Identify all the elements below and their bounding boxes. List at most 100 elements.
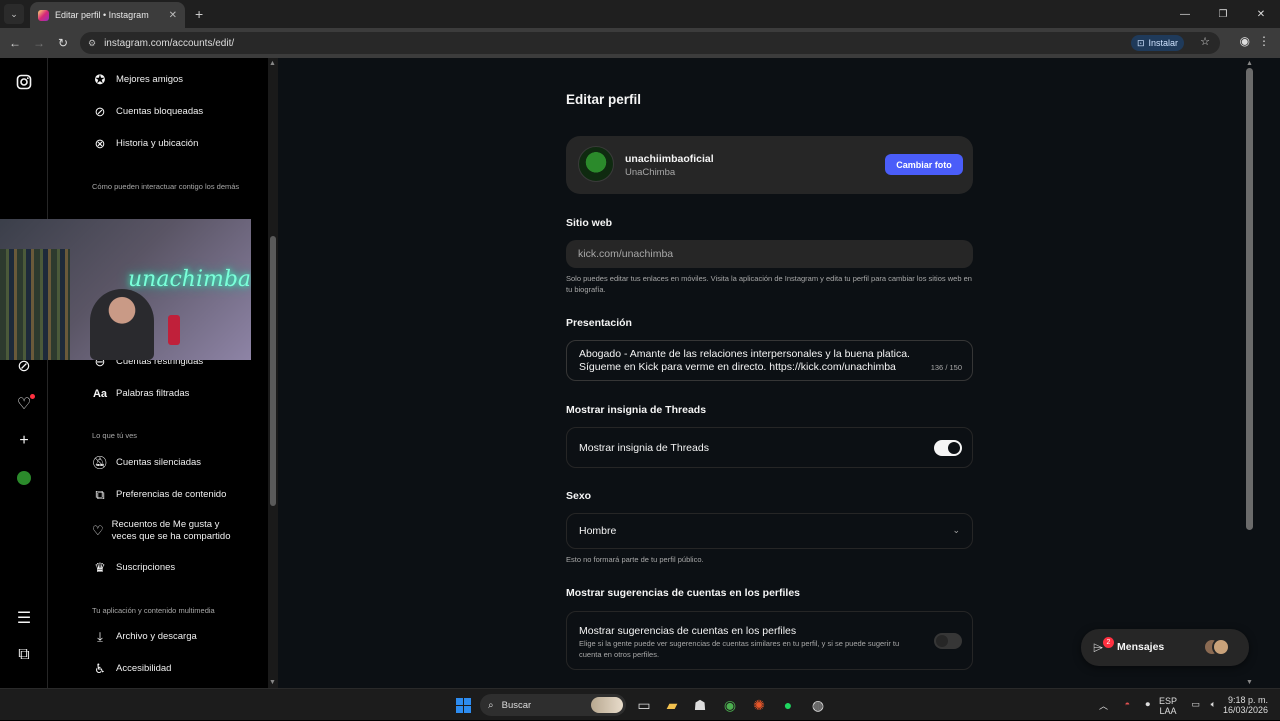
bookmark-star-icon[interactable]: ☆ (1200, 35, 1210, 48)
microphone-image (168, 315, 180, 345)
start-button[interactable] (453, 695, 473, 715)
url-text[interactable]: instagram.com/accounts/edit/ (104, 38, 234, 49)
create-plus-icon[interactable]: + (14, 431, 34, 451)
section-heading-interact: Cómo pueden interactuar contigo los demá… (92, 182, 240, 191)
search-icon: ⌕ (488, 699, 494, 711)
minimize-button[interactable]: — (1166, 0, 1204, 28)
forward-button[interactable]: → (27, 36, 51, 50)
clock[interactable]: 9:18 p. m. 16/03/2026 (1223, 695, 1268, 715)
close-window-button[interactable]: ✕ (1242, 0, 1280, 28)
chrome-icon[interactable]: ◉ (720, 695, 740, 715)
new-tab-button[interactable]: + (195, 6, 203, 22)
claude-app-icon[interactable]: ✺ (749, 695, 769, 715)
settings-item-label: Recuentos de Me gusta y veces que se ha … (111, 519, 231, 542)
taskbar: ⌕ Buscar ▭ ▰ ☗ ◉ ✺ ● ◍ ︿ ◓ ⏺ ESP LAA ▭ 🔈… (0, 688, 1280, 720)
settings-item-blocked[interactable]: ⊘ Cuentas bloqueadas (92, 104, 204, 120)
suggestions-section-label: Mostrar sugerencias de cuentas en los pe… (566, 587, 801, 599)
change-photo-button[interactable]: Cambiar foto (885, 154, 963, 175)
spotify-icon[interactable]: ● (778, 695, 798, 715)
scroll-up-arrow-icon[interactable]: ▲ (269, 60, 276, 67)
tab-search-button[interactable]: ⌄ (4, 4, 24, 24)
more-menu-icon[interactable]: ☰ (14, 608, 34, 628)
reload-button[interactable]: ↻ (51, 36, 75, 50)
volume-icon[interactable]: 🔈︎ (1211, 699, 1216, 710)
settings-item-archive-download[interactable]: ⤓ Archivo y descarga (92, 629, 197, 645)
task-view-icon[interactable]: ▭ (634, 695, 654, 715)
browser-profile-icon[interactable]: ◉ (1240, 34, 1250, 48)
instagram-page: ⊘ ♡ + ☰ ⧉ ✪ Mejores amigos ⊘ Cuentas blo… (0, 58, 1280, 688)
main-content: Editar perfil unachiimbaoficial UnaChimb… (278, 58, 1260, 688)
messenger-icon: ⌲ (1093, 640, 1104, 655)
website-help-text: Solo puedes editar tus enlaces en móvile… (566, 274, 972, 294)
site-info-icon[interactable]: ⚙ (88, 38, 96, 49)
microphone-icon[interactable]: ⏺ (1145, 699, 1150, 710)
threads-badge-toggle[interactable] (934, 440, 962, 456)
settings-item-label: Mejores amigos (116, 74, 184, 85)
suggestions-row: Mostrar sugerencias de cuentas en los pe… (566, 611, 973, 670)
settings-item-label: Preferencias de contenido (116, 489, 227, 500)
profile-username: unachiimbaoficial (625, 153, 714, 165)
settings-item-label: Archivo y descarga (116, 631, 197, 642)
instagram-favicon-icon (38, 9, 49, 21)
tray-overflow-icon[interactable]: ︿ (1099, 699, 1108, 712)
page-scroll-down-icon[interactable]: ▼ (1246, 679, 1253, 686)
browser-tab[interactable]: Editar perfil • Instagram ✕ (30, 2, 185, 28)
windows-logo-icon (455, 697, 471, 713)
back-button[interactable]: ← (3, 36, 27, 50)
bio-label: Presentación (566, 317, 632, 329)
browser-tab-bar: ⌄ Editar perfil • Instagram ✕ + — ❐ ✕ (0, 0, 1280, 28)
tray-app-icon[interactable]: ◓ (1125, 699, 1130, 709)
settings-item-content-preferences[interactable]: ⧉ Preferencias de contenido (92, 487, 226, 503)
profile-avatar[interactable] (578, 146, 614, 182)
bio-char-count: 136 / 150 (930, 363, 962, 372)
instagram-logo-icon[interactable] (14, 72, 34, 92)
threads-section-label: Mostrar insignia de Threads (566, 404, 707, 416)
suggestions-toggle[interactable] (934, 633, 962, 649)
also-from-meta-icon[interactable]: ⧉ (14, 645, 34, 665)
network-icon[interactable]: ▭ (1191, 699, 1200, 710)
scrollbar-thumb[interactable] (270, 236, 276, 506)
settings-item-accessibility[interactable]: ♿︎ Accesibilidad (92, 661, 171, 677)
settings-sidebar: ✪ Mejores amigos ⊘ Cuentas bloqueadas ⊗ … (48, 58, 268, 688)
tab-close-icon[interactable]: ✕ (169, 10, 177, 21)
settings-item-filtered-words[interactable]: Aa Palabras filtradas (92, 386, 189, 402)
file-explorer-icon[interactable]: ▰ (662, 695, 682, 715)
page-scrollbar-thumb[interactable] (1246, 68, 1253, 530)
gender-help-text: Esto no formará parte de tu perfil públi… (566, 555, 704, 564)
page-scroll-up-icon[interactable]: ▲ (1246, 60, 1253, 67)
settings-item-label: Cuentas silenciadas (116, 457, 202, 468)
messages-label: Mensajes (1117, 641, 1165, 653)
settings-item-close-friends[interactable]: ✪ Mejores amigos (92, 72, 184, 88)
website-field[interactable]: kick.com/unachimba (566, 240, 973, 268)
app-icon[interactable]: ◍ (808, 695, 828, 715)
gender-select[interactable]: Hombre ⌄ (566, 513, 973, 549)
address-bar[interactable]: ⚙ instagram.com/accounts/edit/ ⊡ Instalar… (80, 32, 1220, 54)
scroll-down-arrow-icon[interactable]: ▼ (269, 679, 276, 686)
messages-button[interactable]: ⌲ 2 Mensajes (1081, 629, 1249, 666)
settings-scrollbar[interactable]: ▲ ▼ (268, 58, 278, 688)
profile-card: unachiimbaoficial UnaChimba Cambiar foto (566, 136, 973, 194)
hidden-likes-icon: ♡ (92, 523, 104, 538)
settings-item-muted[interactable]: 🔕︎ Cuentas silenciadas (92, 455, 201, 471)
settings-item-subscriptions[interactable]: ♛ Suscripciones (92, 560, 175, 576)
settings-item-label: Cuentas bloqueadas (116, 106, 204, 117)
star-circle-icon: ✪ (94, 72, 106, 87)
settings-item-story-location[interactable]: ⊗ Historia y ubicación (92, 136, 199, 152)
maximize-button[interactable]: ❐ (1204, 0, 1242, 28)
profile-avatar-icon[interactable] (14, 468, 34, 488)
avatar (1212, 638, 1230, 656)
bio-line-1: Abogado - Amante de las relaciones inter… (579, 348, 910, 360)
suggestions-toggle-label: Mostrar sugerencias de cuentas en los pe… (579, 625, 797, 637)
page-scrollbar[interactable]: ▲ ▼ (1240, 58, 1260, 688)
browser-menu-icon[interactable]: ⋮ (1258, 34, 1270, 48)
taskbar-search[interactable]: ⌕ Buscar (480, 694, 626, 716)
crown-icon: ♛ (94, 560, 106, 575)
neon-sign: unachimba (128, 267, 251, 292)
settings-item-like-counts[interactable]: ♡ Recuentos de Me gusta y veces que se h… (92, 519, 242, 543)
bio-textarea[interactable]: Abogado - Amante de las relaciones inter… (566, 340, 973, 381)
alien-app-icon[interactable]: ☗ (690, 695, 710, 715)
story-location-off-icon: ⊗ (94, 136, 106, 151)
language-indicator[interactable]: ESP LAA (1159, 696, 1177, 716)
install-app-button[interactable]: ⊡ Instalar (1130, 35, 1184, 51)
notifications-heart-icon[interactable]: ♡ (14, 394, 35, 414)
